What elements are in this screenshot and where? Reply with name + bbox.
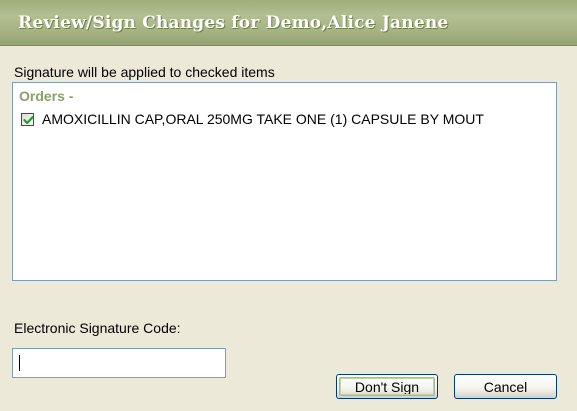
dont-sign-button[interactable]: Don't Sign [336, 374, 438, 399]
instruction-text: Signature will be applied to checked ite… [14, 64, 275, 80]
orders-group-header: Orders - [19, 88, 74, 104]
dialog-title: Review/Sign Changes for Demo,Alice Janen… [18, 13, 449, 33]
text-caret [19, 355, 20, 371]
cancel-button[interactable]: Cancel [454, 374, 557, 399]
order-label: AMOXICILLIN CAP,ORAL 250MG TAKE ONE (1) … [42, 111, 484, 127]
cancel-label: Cancel [483, 378, 528, 395]
title-bar[interactable]: Review/Sign Changes for Demo,Alice Janen… [0, 0, 577, 46]
orders-list[interactable]: Orders - AMOXICILLIN CAP,ORAL 250MG TAKE… [12, 82, 557, 281]
order-item[interactable]: AMOXICILLIN CAP,ORAL 250MG TAKE ONE (1) … [21, 108, 484, 130]
checkmark-icon [23, 115, 34, 124]
review-sign-dialog: Review/Sign Changes for Demo,Alice Janen… [0, 0, 577, 411]
dont-sign-label: Don't Sign [354, 378, 420, 395]
signature-code-label: Electronic Signature Code: [14, 320, 181, 336]
signature-code-input[interactable] [12, 348, 226, 378]
order-checkbox[interactable] [21, 112, 34, 126]
